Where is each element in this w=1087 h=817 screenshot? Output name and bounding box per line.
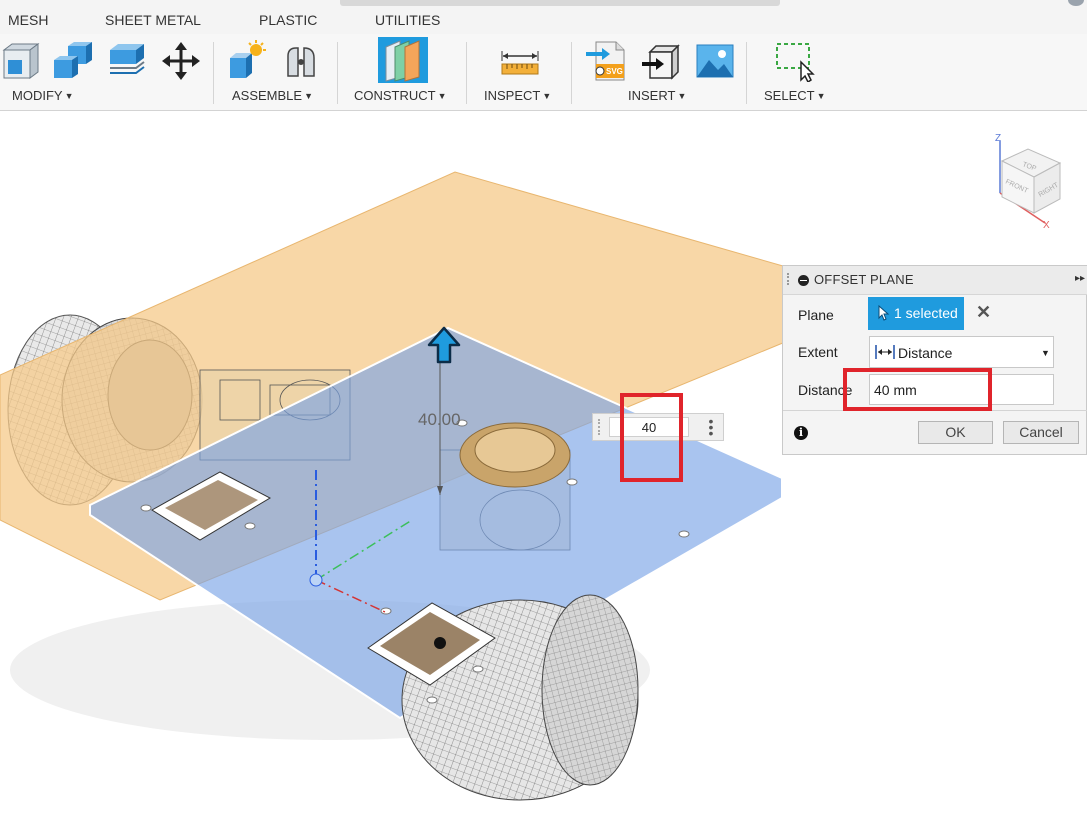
move-icon[interactable] [160,40,202,82]
offset-plane-dialog: OFFSET PLANE ▸▸ Plane 1 selected ✕ Exten… [782,265,1087,455]
tab-sheet-metal[interactable]: SHEET METAL [105,12,201,28]
expand-icon[interactable]: ▸▸ [1075,273,1085,284]
toolbar-ribbon: MODIFY ▼ ASSEMBLE ▼ CONSTRUCT ▼ INSPECT ▼ SV… [0,34,1087,111]
extent-dropdown[interactable]: Distance ▼ [869,336,1054,368]
shell-icon[interactable] [106,40,148,82]
svg-text:X: X [1043,220,1050,231]
cursor-icon [878,304,890,324]
ribbon-divider [571,42,572,104]
canvas-image-icon[interactable] [694,40,736,82]
canvas-distance-input: 40 • • • [592,413,724,441]
insert-mesh-icon[interactable] [640,40,682,82]
dialog-grip[interactable] [787,273,791,285]
svg-text:Z: Z [995,133,1001,144]
ok-button[interactable]: OK [918,421,993,444]
canvas-distance-field[interactable]: 40 [609,417,689,437]
extent-value: Distance [898,345,953,361]
ribbon-divider [746,42,747,104]
collapse-icon[interactable] [798,275,809,286]
select-menu[interactable]: SELECT ▼ [764,88,826,103]
svg-text:SVG: SVG [606,67,623,76]
combine-icon[interactable] [52,40,94,82]
window-select-icon[interactable] [773,40,815,82]
account-avatar[interactable] [1068,0,1084,6]
tab-plastic[interactable]: PLASTIC [259,12,317,28]
caster-wheel[interactable] [459,422,571,488]
distance-icon [875,345,895,362]
assemble-menu[interactable]: ASSEMBLE ▼ [232,88,313,103]
cancel-button[interactable]: Cancel [1003,421,1079,444]
joint-icon[interactable] [280,40,322,82]
measure-icon[interactable] [499,40,541,82]
construct-menu[interactable]: CONSTRUCT ▼ [354,88,447,103]
info-icon[interactable]: i [794,426,808,440]
drag-grip[interactable] [598,419,602,435]
ribbon-divider [337,42,338,104]
offset-plane-icon[interactable] [378,37,428,83]
more-options-icon[interactable]: • • • [708,414,714,440]
modify-menu[interactable]: MODIFY ▼ [12,88,73,103]
clear-selection-icon[interactable]: ✕ [976,303,991,321]
title-scroll-strip [340,0,780,6]
plane-select-button[interactable]: 1 selected [868,297,964,330]
model-scene[interactable]: 40.00 [0,111,1087,817]
ribbon-divider [466,42,467,104]
dialog-header[interactable]: OFFSET PLANE ▸▸ [783,266,1087,295]
insert-menu[interactable]: INSERT ▼ [628,88,686,103]
tab-utilities[interactable]: UTILITIES [375,12,440,28]
chevron-down-icon: ▼ [1041,348,1050,358]
dialog-divider [783,410,1087,411]
origin-point[interactable] [309,573,323,587]
plane-select-value: 1 selected [894,305,958,321]
extent-label: Extent [798,344,838,360]
plane-label: Plane [798,307,834,323]
inspect-menu[interactable]: INSPECT ▼ [484,88,551,103]
canvas-viewport[interactable]: 40.00 TOP FRONT RIGHT Z X [0,111,1087,817]
ribbon-divider [213,42,214,104]
new-component-icon[interactable] [226,40,268,82]
press-pull-icon[interactable] [0,40,42,82]
distance-input[interactable]: 40 mm [869,374,1054,405]
distance-label: Distance [798,382,853,398]
dimension-label: 40.00 [418,410,461,429]
tab-mesh[interactable]: MESH [8,12,48,28]
viewcube[interactable]: TOP FRONT RIGHT Z X [990,131,1070,231]
tab-strip: MESH SHEET METAL PLASTIC UTILITIES [0,0,1087,34]
dialog-title: OFFSET PLANE [814,272,914,287]
insert-svg-icon[interactable]: SVG [586,40,628,82]
